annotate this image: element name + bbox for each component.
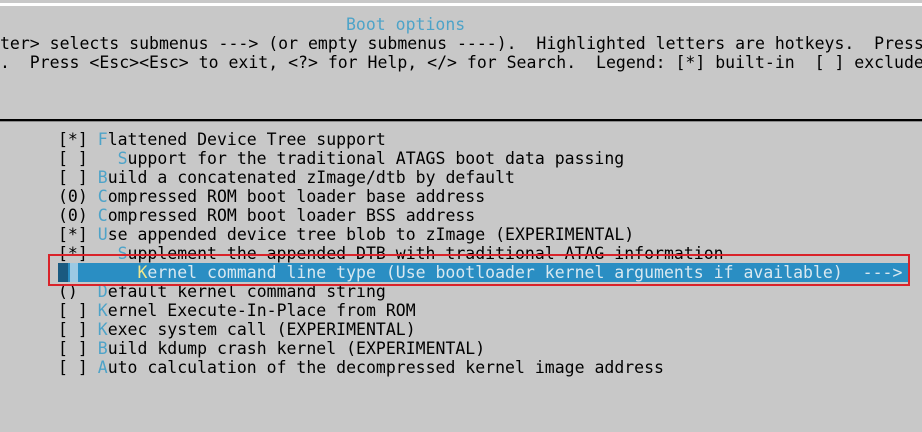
menu-item-prefix: [*] [58, 225, 98, 244]
menu-item-prefix: [ ] [58, 301, 98, 320]
menu-item-hotkey: K [97, 301, 108, 320]
menu-item[interactable]: [ ] Kernel Execute-In-Place from ROM [58, 301, 416, 320]
menu-item-hotkey: A [97, 358, 108, 377]
menu-item[interactable]: [ ] Support for the traditional ATAGS bo… [58, 149, 624, 168]
menu-item[interactable]: [ ] Kexec system call (EXPERIMENTAL) [58, 320, 416, 339]
menu-item[interactable]: (0) Compressed ROM boot loader base addr… [58, 187, 485, 206]
menu-title: Boot options [346, 15, 466, 34]
menu-item-hotkey: B [97, 168, 108, 187]
menu-item-prefix: [ ] [58, 168, 98, 187]
menu-item-prefix: (0) [58, 206, 98, 225]
menu-item[interactable]: [ ] Build a concatenated zImage/dtb by d… [58, 168, 515, 187]
annotation-highlight-box [48, 254, 910, 286]
menu-item-label: ompressed ROM boot loader BSS address [107, 206, 476, 225]
menu-separator-shadow [0, 121, 922, 122]
menu-item-prefix: [ ] [58, 339, 98, 358]
menu-item-hotkey: F [97, 130, 108, 149]
menu-item-prefix: [*] [58, 130, 98, 149]
menu-item-label: upport for the traditional ATAGS boot da… [127, 149, 625, 168]
menu-item-label: ompressed ROM boot loader base address [107, 187, 486, 206]
menu-item-hotkey: K [97, 320, 108, 339]
menu-item-label: lattened Device Tree support [107, 130, 386, 149]
menu-item-prefix: [ ] [58, 149, 118, 168]
top-border [0, 0, 922, 14]
menu-item-prefix: [ ] [58, 320, 98, 339]
menu-item-label: uto calculation of the decompressed kern… [107, 358, 664, 377]
menu-item-label: se appended device tree blob to zImage (… [107, 225, 635, 244]
help-text-line-1: ter> selects submenus ---> (or empty sub… [0, 34, 922, 53]
menu-item-label: uild kdump crash kernel (EXPERIMENTAL) [107, 339, 486, 358]
menu-item[interactable]: [ ] Auto calculation of the decompressed… [58, 358, 664, 377]
menu-item-hotkey: C [97, 206, 108, 225]
menu-item-prefix: [ ] [58, 358, 98, 377]
menu-item[interactable]: [*] Use appended device tree blob to zIm… [58, 225, 634, 244]
menu-item-hotkey: U [97, 225, 108, 244]
menu-item-label: uild a concatenated zImage/dtb by defaul… [107, 168, 515, 187]
menu-item[interactable]: [*] Flattened Device Tree support [58, 130, 386, 149]
menu-item-hotkey: B [97, 339, 108, 358]
menu-item-label: ernel Execute-In-Place from ROM [107, 301, 416, 320]
menu-item[interactable]: (0) Compressed ROM boot loader BSS addre… [58, 206, 475, 225]
menu-item-prefix: (0) [58, 187, 98, 206]
menu-item-label: exec system call (EXPERIMENTAL) [107, 320, 416, 339]
menu-item-hotkey: C [97, 187, 108, 206]
menu-item[interactable]: [ ] Build kdump crash kernel (EXPERIMENT… [58, 339, 485, 358]
help-text-line-2: . Press <Esc><Esc> to exit, <?> for Help… [0, 53, 922, 72]
menu-item-hotkey: S [117, 149, 128, 168]
